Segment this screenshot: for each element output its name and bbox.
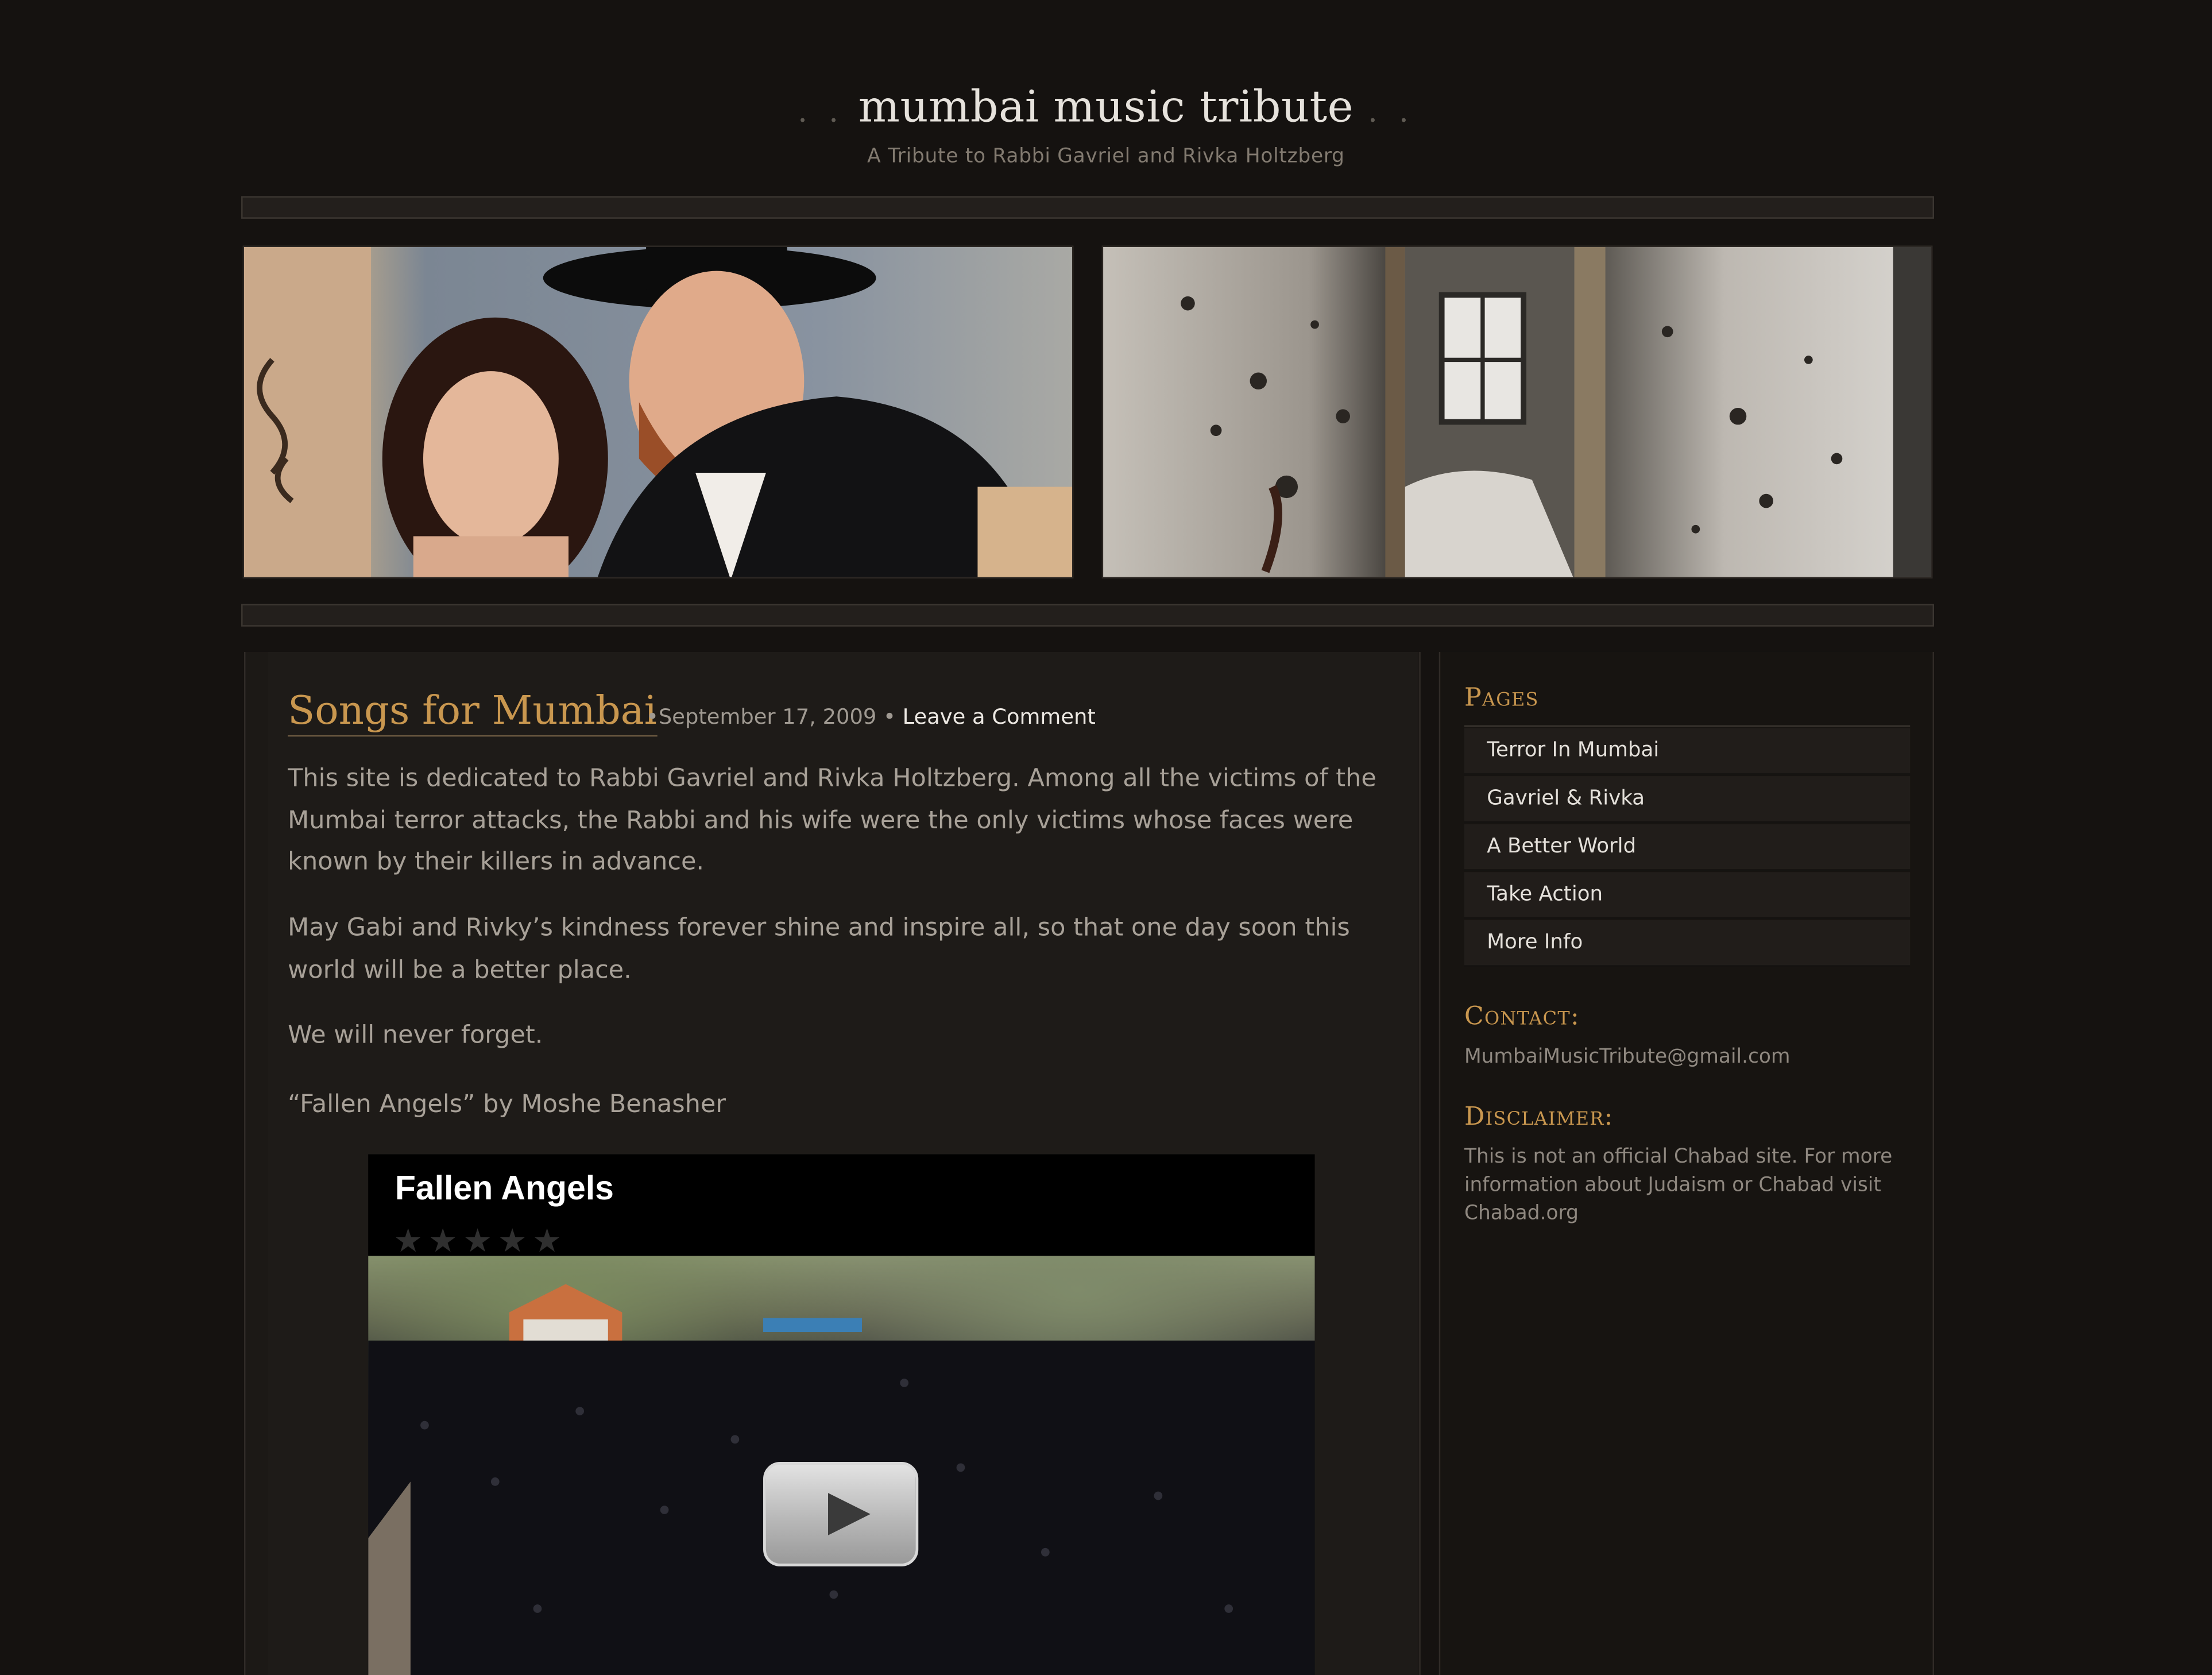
play-button[interactable] (763, 1462, 919, 1566)
site-title-text[interactable]: mumbai music tribute (858, 82, 1354, 132)
pages-divider (1464, 725, 1911, 727)
post-paragraph-4: “Fallen Angels” by Moshe Benasher (288, 1090, 726, 1120)
video-rating-stars[interactable]: ★★★★★ (393, 1224, 567, 1260)
sidebar-page-terror-in-mumbai[interactable]: Terror In Mumbai (1464, 728, 1911, 775)
header-photo-couple (242, 245, 1074, 579)
disclaimer-line-2: information about Judaism or Chabad visi… (1464, 1174, 1881, 1197)
pages-heading: Pages (1464, 682, 1539, 713)
disclaimer-line-1: This is not an official Chabad site. For… (1464, 1145, 1893, 1169)
disclaimer-chabad-link[interactable]: Chabad.org (1464, 1199, 1910, 1228)
contact-email[interactable]: MumbaiMusicTribute@gmail.com (1464, 1043, 1910, 1071)
post-paragraph-2: May Gabi and Rivky’s kindness forever sh… (288, 914, 1350, 985)
post-title-link[interactable]: Songs for Mumbai (288, 687, 657, 737)
header-divider-top (241, 196, 1934, 219)
site-title[interactable]: . . mumbai music tribute . . (0, 82, 2212, 132)
header-photo-damage (1101, 245, 1933, 579)
video-title[interactable]: Fallen Angels (395, 1170, 614, 1210)
sidebar-page-a-better-world[interactable]: A Better World (1464, 824, 1911, 871)
post-paragraph-1: This site is dedicated to Rabbi Gavriel … (288, 765, 1376, 877)
site-tagline: A Tribute to Rabbi Gavriel and Rivka Hol… (867, 145, 1345, 168)
post-date: September 17, 2009 (658, 704, 877, 730)
contact-heading: Contact: (1464, 1002, 1580, 1032)
damage-photo-illustration (1181, 246, 1932, 577)
meta-separator: • (646, 704, 659, 730)
title-dots-right: . . (1367, 94, 1414, 130)
sidebar-page-take-action[interactable]: Take Action (1464, 872, 1911, 919)
couple-photo-illustration (243, 246, 1073, 577)
disclaimer-heading: Disclaimer: (1464, 1102, 1614, 1132)
sidebar-page-gavriel-rivka[interactable]: Gavriel & Rivka (1464, 776, 1911, 823)
post-meta: •September 17, 2009 • Leave a Comment (646, 704, 1096, 730)
title-dots-left: . . (798, 94, 845, 130)
video-player[interactable]: Fallen Angels ★★★★★ (368, 1154, 1315, 1675)
leave-comment-link[interactable]: Leave a Comment (903, 704, 1096, 730)
header-divider-bottom (241, 604, 1934, 627)
page: . . mumbai music tribute . . A Tribute t… (0, 0, 2212, 1675)
post-paragraph-3: We will never forget. (288, 1021, 543, 1050)
sidebar-page-more-info[interactable]: More Info (1464, 920, 1911, 967)
video-thumbnail[interactable] (368, 1256, 1315, 1675)
play-icon (828, 1493, 871, 1535)
meta-separator-2: • (883, 704, 896, 730)
